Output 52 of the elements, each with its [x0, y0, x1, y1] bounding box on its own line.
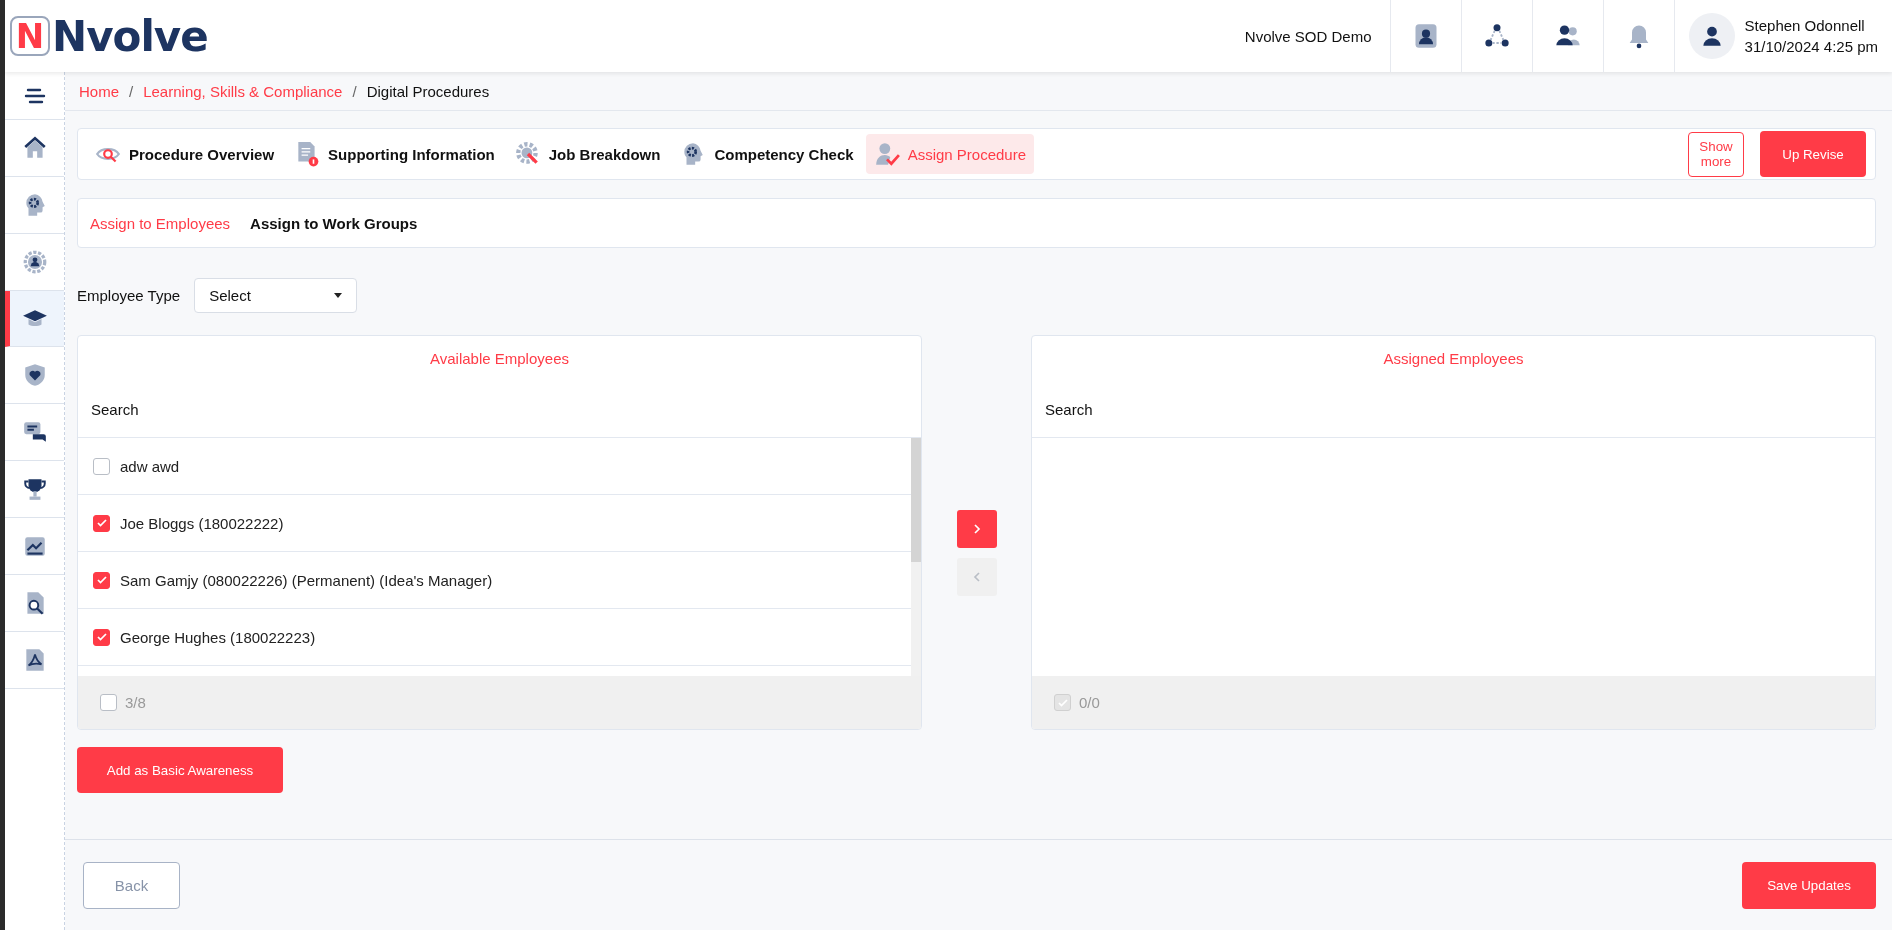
chat-bubbles-icon — [21, 419, 48, 445]
sidebar-item[interactable] — [5, 291, 64, 347]
show-more-button[interactable]: Show more — [1688, 131, 1744, 177]
employee-row[interactable]: George Hughes (180022223) — [78, 609, 911, 666]
user-name: Stephen Odonnell — [1744, 16, 1866, 36]
checkbox[interactable] — [93, 571, 110, 589]
breadcrumb-current: Digital Procedures — [366, 82, 490, 100]
assign-tab[interactable]: Assign to Work Groups — [250, 214, 418, 232]
checkbox[interactable] — [93, 457, 110, 475]
logo-mark: N — [10, 16, 50, 56]
panel-title: Available Employees — [429, 349, 570, 369]
scrollbar[interactable] — [911, 438, 921, 676]
procedure-tab[interactable]: Supporting Information — [286, 134, 503, 174]
check-icon — [95, 574, 108, 586]
check-icon — [95, 631, 108, 643]
avatar[interactable] — [1688, 13, 1735, 59]
employee-name: adw awd — [120, 457, 180, 475]
check-icon — [1056, 696, 1069, 709]
employee-type-dropdown[interactable]: Select — [194, 278, 358, 313]
select-all-checkbox[interactable] — [100, 694, 117, 711]
search-label: Search — [91, 400, 139, 418]
assign-tab[interactable]: Assign to Employees — [90, 214, 231, 232]
checkbox[interactable] — [93, 628, 110, 646]
save-updates-button[interactable]: Save Updates — [1742, 861, 1876, 909]
procedure-tab[interactable]: Procedure Overview — [87, 134, 283, 174]
person-check-icon — [873, 141, 900, 167]
field-label: Employee Type — [77, 287, 181, 304]
selection-count: 3/8 — [125, 694, 146, 711]
employee-row[interactable]: Sam Gamjy (080022226) (Permanent) (Idea's Manager) — [78, 552, 911, 609]
procedure-tab[interactable]: Competency Check — [672, 134, 862, 174]
search-label: Search — [1045, 400, 1093, 418]
selection-count: 0/0 — [1079, 694, 1100, 711]
checkbox[interactable] — [93, 514, 110, 532]
employee-name: Joe Bloggs (180022222) — [120, 514, 284, 532]
trophy-icon — [21, 476, 48, 502]
logo-wordmark: Nvolve — [52, 11, 208, 61]
breadcrumb-separator: / — [352, 82, 357, 100]
procedure-tab[interactable]: Job Breakdown — [506, 134, 669, 174]
employee-name: George Hughes (180022223) — [120, 628, 316, 646]
employee-row[interactable]: adw awd — [78, 438, 911, 495]
gear-person-icon — [21, 249, 48, 275]
breadcrumb-separator: / — [129, 82, 134, 100]
panel-title: Assigned Employees — [1382, 349, 1525, 369]
check-icon — [95, 517, 108, 529]
gear-wrench-icon — [514, 141, 541, 167]
organisation-name: Nvolve SOD Demo — [1244, 27, 1373, 45]
move-right-button[interactable] — [956, 509, 997, 548]
add-basic-awareness-button[interactable]: Add as Basic Awareness — [77, 747, 283, 793]
employee-name: Sam Gamjy (080022226) (Permanent) (Idea's Manager) — [120, 571, 493, 589]
up-revise-button[interactable]: Up Revise — [1760, 131, 1866, 177]
date-time: 31/10/2024 4:25 pm — [1744, 37, 1878, 57]
employee-row[interactable]: Joe Bloggs (180022222) — [78, 495, 911, 552]
